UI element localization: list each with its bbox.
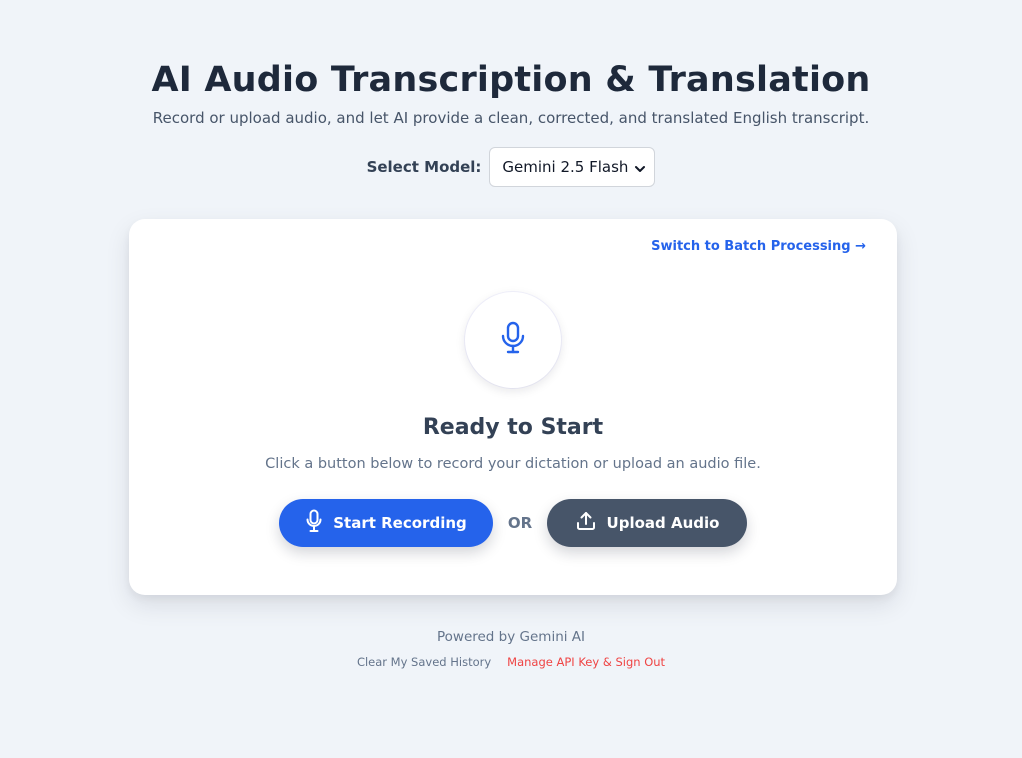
page-title: AI Audio Transcription & Translation [151, 60, 871, 100]
main-card: Switch to Batch Processing → Ready to St… [129, 219, 897, 595]
upload-icon [575, 510, 597, 536]
action-buttons: Start Recording OR Upload Audio [129, 499, 897, 547]
page-subtitle: Record or upload audio, and let AI provi… [152, 109, 870, 127]
model-select[interactable]: Gemini 2.5 Flash [489, 147, 656, 187]
footer-links: Clear My Saved History Manage API Key & … [0, 653, 1022, 671]
switch-to-batch-link[interactable]: Switch to Batch Processing → [651, 239, 866, 254]
manage-api-key-sign-out-link[interactable]: Manage API Key & Sign Out [507, 653, 665, 671]
model-select-value: Gemini 2.5 Flash [502, 158, 629, 176]
mic-status-circle [465, 292, 561, 388]
start-recording-label: Start Recording [333, 514, 467, 532]
status-subtitle: Click a button below to record your dict… [265, 456, 761, 472]
status-title: Ready to Start [422, 415, 604, 440]
start-recording-button[interactable]: Start Recording [279, 499, 493, 547]
upload-audio-label: Upload Audio [606, 514, 720, 532]
clear-history-link[interactable]: Clear My Saved History [357, 653, 491, 671]
model-select-label: Select Model: [366, 158, 482, 176]
chevron-down-icon [634, 161, 646, 173]
microphone-icon [305, 509, 323, 537]
page-header: AI Audio Transcription & Translation Rec… [0, 56, 1022, 130]
upload-audio-button[interactable]: Upload Audio [547, 499, 747, 547]
page-footer: Powered by Gemini AI Clear My Saved Hist… [0, 627, 1022, 671]
model-selector-row: Select Model: Gemini 2.5 Flash [0, 147, 1022, 187]
microphone-icon [499, 321, 527, 359]
or-separator: OR [507, 514, 533, 532]
powered-by-text: Powered by Gemini AI [436, 629, 586, 645]
